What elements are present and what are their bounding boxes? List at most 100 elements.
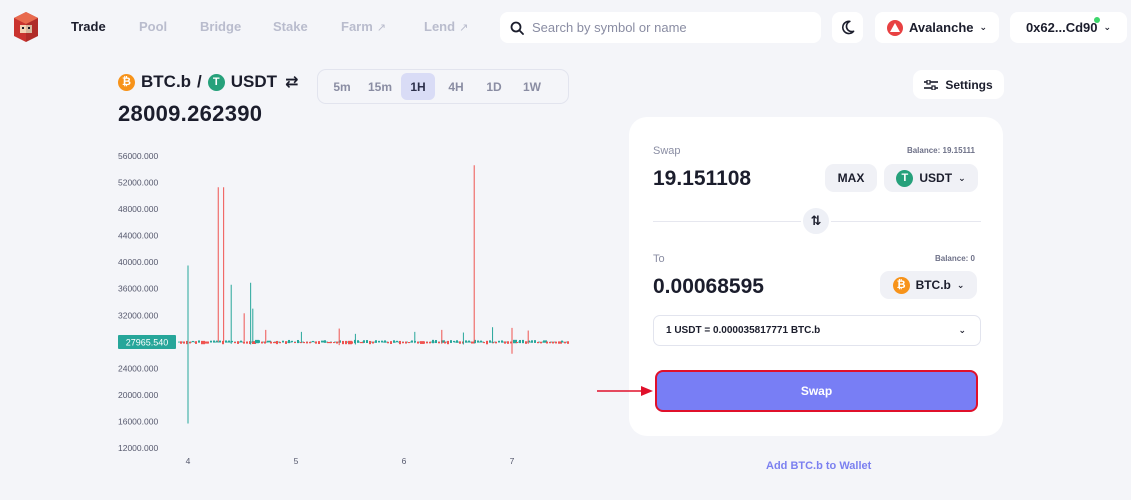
candle [483, 341, 485, 344]
wallet-button[interactable]: 0x62...Cd90 ⌄ [1010, 12, 1127, 43]
from-token-selector[interactable]: T USDT ⌄ [884, 164, 978, 192]
exchange-rate-dropdown[interactable]: 1 USDT = 0.000035817771 BTC.b ⌄ [653, 315, 981, 346]
y-tick-label: 32000.000 [118, 310, 158, 320]
candle [477, 340, 479, 343]
candle [540, 341, 542, 344]
candle [192, 340, 194, 343]
from-balance: Balance: 19.15111 [906, 146, 975, 155]
candle [303, 341, 305, 344]
y-tick-label: 40000.000 [118, 257, 158, 267]
y-tick-label: 20000.000 [118, 390, 158, 400]
candle [405, 341, 407, 344]
candle [453, 340, 455, 343]
timeframe-1w[interactable]: 1W [515, 73, 549, 100]
candle [294, 342, 296, 344]
nav-trade[interactable]: Trade [71, 19, 106, 34]
nav-label: Pool [139, 19, 168, 34]
trading-pair[interactable]: ₿ BTC.b / T USDT ⇄ [118, 72, 298, 92]
y-tick-label: 24000.000 [118, 363, 158, 373]
search-input[interactable] [532, 20, 802, 35]
timeframe-15m[interactable]: 15m [363, 73, 397, 100]
swap-pair-icon[interactable]: ⇄ [285, 72, 298, 92]
max-button[interactable]: MAX [825, 164, 877, 192]
candle [378, 340, 380, 343]
candle [399, 340, 401, 345]
candle [390, 341, 392, 344]
sliders-icon [924, 79, 939, 90]
add-to-wallet-link[interactable]: Add BTC.b to Wallet [766, 460, 871, 472]
y-tick-label: 48000.000 [118, 204, 158, 214]
candle [408, 342, 410, 344]
candle [246, 341, 248, 344]
app-logo-icon[interactable] [14, 12, 38, 42]
to-token-selector[interactable]: ₿ BTC.b ⌄ [880, 271, 977, 299]
candle [372, 341, 374, 344]
y-tick-label: 36000.000 [118, 284, 158, 294]
candle [369, 340, 371, 345]
nav-lend[interactable]: Lend ↗ [424, 19, 468, 34]
timeframe-4h[interactable]: 4H [439, 73, 473, 100]
to-token-symbol: BTC.b [915, 278, 951, 292]
candle [261, 341, 263, 344]
from-token-symbol: USDT [919, 171, 953, 185]
candle [381, 340, 383, 343]
y-tick-label: 52000.000 [118, 178, 158, 188]
candle [393, 340, 395, 343]
btc-token-icon: ₿ [892, 276, 910, 294]
candle [519, 339, 521, 344]
candle [387, 341, 389, 344]
candle [216, 340, 218, 343]
max-label: MAX [837, 171, 865, 185]
candle [555, 341, 557, 344]
swap-button[interactable]: Swap [655, 370, 978, 412]
search-bar[interactable] [500, 12, 821, 43]
flip-tokens-button[interactable]: ⇅ [801, 206, 831, 236]
candle [351, 341, 353, 344]
swap-direction-icon: ⇅ [810, 213, 822, 228]
candle [228, 340, 230, 343]
avalanche-icon [886, 19, 903, 36]
chevron-down-icon: ⌄ [956, 279, 965, 290]
nav-label: Bridge [200, 19, 242, 34]
nav-farm[interactable]: Farm ↗ [341, 19, 386, 34]
candle [504, 341, 506, 344]
pointer-arrow-icon [597, 386, 653, 396]
chevron-down-icon: ⌄ [958, 325, 966, 335]
network-selector[interactable]: Avalanche ⌄ [875, 12, 999, 43]
nav-bridge[interactable]: Bridge [200, 19, 241, 34]
swap-from-label: Swap [653, 145, 681, 157]
price-chart-svg[interactable]: 56000.000 52000.000 48000.000 44000.000 4000… [118, 145, 578, 470]
usdt-token-icon: T [896, 169, 914, 187]
current-price-label: 27965.540 [126, 338, 169, 348]
candle [567, 341, 569, 344]
timeframe-1h[interactable]: 1H [401, 73, 435, 100]
timeframe-5m[interactable]: 5m [325, 73, 359, 100]
nav-stake[interactable]: Stake [273, 19, 308, 34]
candle [330, 341, 332, 344]
candle [318, 341, 320, 344]
y-tick-label: 16000.000 [118, 416, 158, 426]
candle [402, 341, 404, 344]
swap-card: Swap Balance: 19.15111 19.151108 MAX T U… [629, 117, 1003, 436]
candle [297, 339, 299, 344]
candle [411, 340, 413, 343]
top-navigation: Trade Pool Bridge Stake Farm↗ Lend↗ Aval… [0, 0, 1131, 54]
price-chart[interactable]: 56000.000 52000.000 48000.000 44000.000 4000… [118, 145, 578, 470]
candle [516, 342, 518, 344]
base-token-symbol: BTC.b [141, 72, 192, 91]
timeframe-selector: 5m 15m 1H 4H 1D 1W [317, 69, 569, 104]
settings-button[interactable]: Settings [913, 70, 1004, 99]
current-price: 28009.262390 [118, 101, 263, 126]
timeframe-1d[interactable]: 1D [477, 73, 511, 100]
candle [282, 340, 284, 343]
from-amount-input[interactable]: 19.151108 [653, 167, 751, 191]
nav-label: Lend [424, 19, 456, 34]
nav-label: Trade [71, 19, 106, 34]
candle [342, 340, 344, 345]
nav-pool[interactable]: Pool [139, 19, 167, 34]
y-tick-label: 56000.000 [118, 151, 158, 161]
settings-label: Settings [945, 77, 993, 92]
candle [459, 341, 461, 344]
y-tick-label: 44000.000 [118, 231, 158, 241]
theme-toggle-button[interactable] [832, 12, 863, 43]
